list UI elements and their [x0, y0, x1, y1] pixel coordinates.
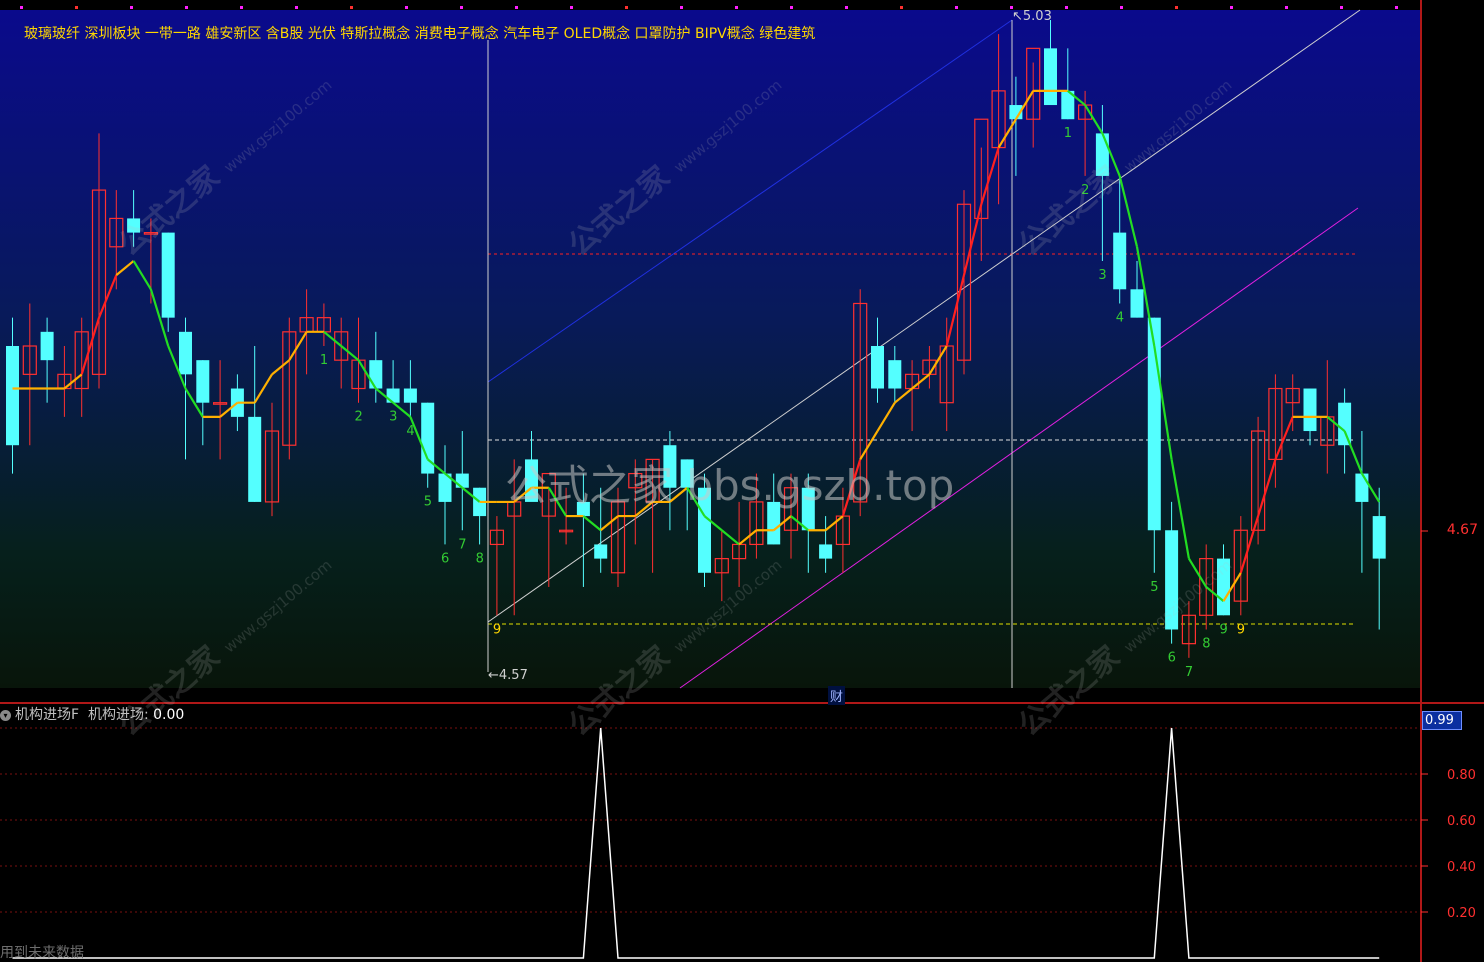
top-marker: [75, 6, 78, 9]
count-label: 7: [1185, 665, 1193, 680]
candle-body: [161, 232, 175, 318]
candle-body: [1113, 232, 1127, 290]
top-marker: [405, 6, 408, 9]
top-marker: [185, 6, 188, 9]
candle-body: [1303, 388, 1317, 432]
count-label: 9: [1237, 622, 1245, 637]
candle-body: [1044, 48, 1057, 106]
top-marker: [1230, 6, 1233, 9]
count-label: 8: [476, 551, 484, 566]
count-label: 9: [1220, 622, 1228, 637]
candle-body: [594, 544, 608, 559]
axis-tick-label: 0.80: [1447, 768, 1476, 783]
top-marker: [1065, 6, 1068, 9]
top-marker: [1175, 6, 1178, 9]
top-marker: [295, 6, 298, 9]
axis-tick-label: 0.40: [1447, 860, 1476, 875]
footer-note: 用到未来数据: [0, 945, 84, 961]
candle-body: [1355, 473, 1369, 502]
count-label: 3: [389, 410, 397, 425]
count-label: 3: [1098, 268, 1106, 283]
top-marker: [515, 6, 518, 9]
top-marker: [570, 6, 573, 9]
top-marker: [625, 6, 628, 9]
candle-body: [455, 473, 469, 488]
top-marker: [680, 6, 683, 9]
count-label: 5: [424, 495, 432, 510]
top-marker: [1395, 6, 1398, 9]
top-marker-row: [20, 6, 1398, 9]
top-marker: [1285, 6, 1288, 9]
top-marker: [350, 6, 353, 9]
count-label: 6: [441, 551, 449, 566]
top-marker: [735, 6, 738, 9]
top-marker: [900, 6, 903, 9]
indicator-title[interactable]: ▾ 机构进场F 机构进场: 0.00: [0, 704, 184, 724]
indicator-panel-background: [0, 703, 1420, 962]
count-label: 1: [1064, 126, 1072, 141]
top-marker: [955, 6, 958, 9]
candle-body: [369, 360, 383, 389]
count-label: 2: [355, 410, 363, 425]
candle-body: [819, 544, 833, 559]
price-axis-label: 4.67: [1446, 522, 1478, 538]
candle-body: [1372, 516, 1386, 559]
sector-tags: 玻璃玻纤 深圳板块 一带一路 雄安新区 含B股 光伏 特斯拉概念 消费电子概念 …: [24, 26, 816, 42]
top-marker: [460, 6, 463, 9]
top-marker: [130, 6, 133, 9]
count-label: 4: [1116, 310, 1124, 325]
candle-body: [40, 331, 54, 361]
candle-body: [871, 346, 884, 389]
top-marker: [790, 6, 793, 9]
axis-tick-label: 0.60: [1447, 814, 1476, 829]
indicator-current-value: 0.99: [1422, 711, 1462, 730]
top-marker: [1340, 6, 1343, 9]
top-marker: [1120, 6, 1123, 9]
top-marker: [240, 6, 243, 9]
candle-body: [1338, 402, 1352, 446]
high-price-label: ↖5.03: [1012, 9, 1052, 24]
count-label: 8: [1202, 636, 1210, 651]
candle-body: [386, 388, 400, 403]
count-label: 4: [406, 424, 414, 439]
candle-body: [196, 360, 210, 403]
count-label: 1: [320, 353, 328, 368]
candle-body: [1130, 289, 1144, 318]
count-label: 7: [458, 537, 466, 552]
low-price-label: ←4.57: [488, 668, 528, 683]
top-marker: [845, 6, 848, 9]
axis-tick-label: 0.20: [1447, 906, 1476, 921]
candle-body: [179, 331, 192, 375]
candle-body: [6, 346, 19, 446]
top-marker: [20, 6, 23, 9]
finance-event-marker[interactable]: 财: [828, 686, 846, 705]
candle-body: [248, 416, 262, 502]
candle-body: [403, 388, 417, 403]
candle-body: [888, 360, 902, 389]
collapse-icon[interactable]: ▾: [0, 709, 11, 721]
count-label: 6: [1168, 651, 1176, 666]
forum-caption: 公式之家 bbs.gszb.top: [505, 461, 955, 510]
count-label: 9: [493, 622, 501, 637]
